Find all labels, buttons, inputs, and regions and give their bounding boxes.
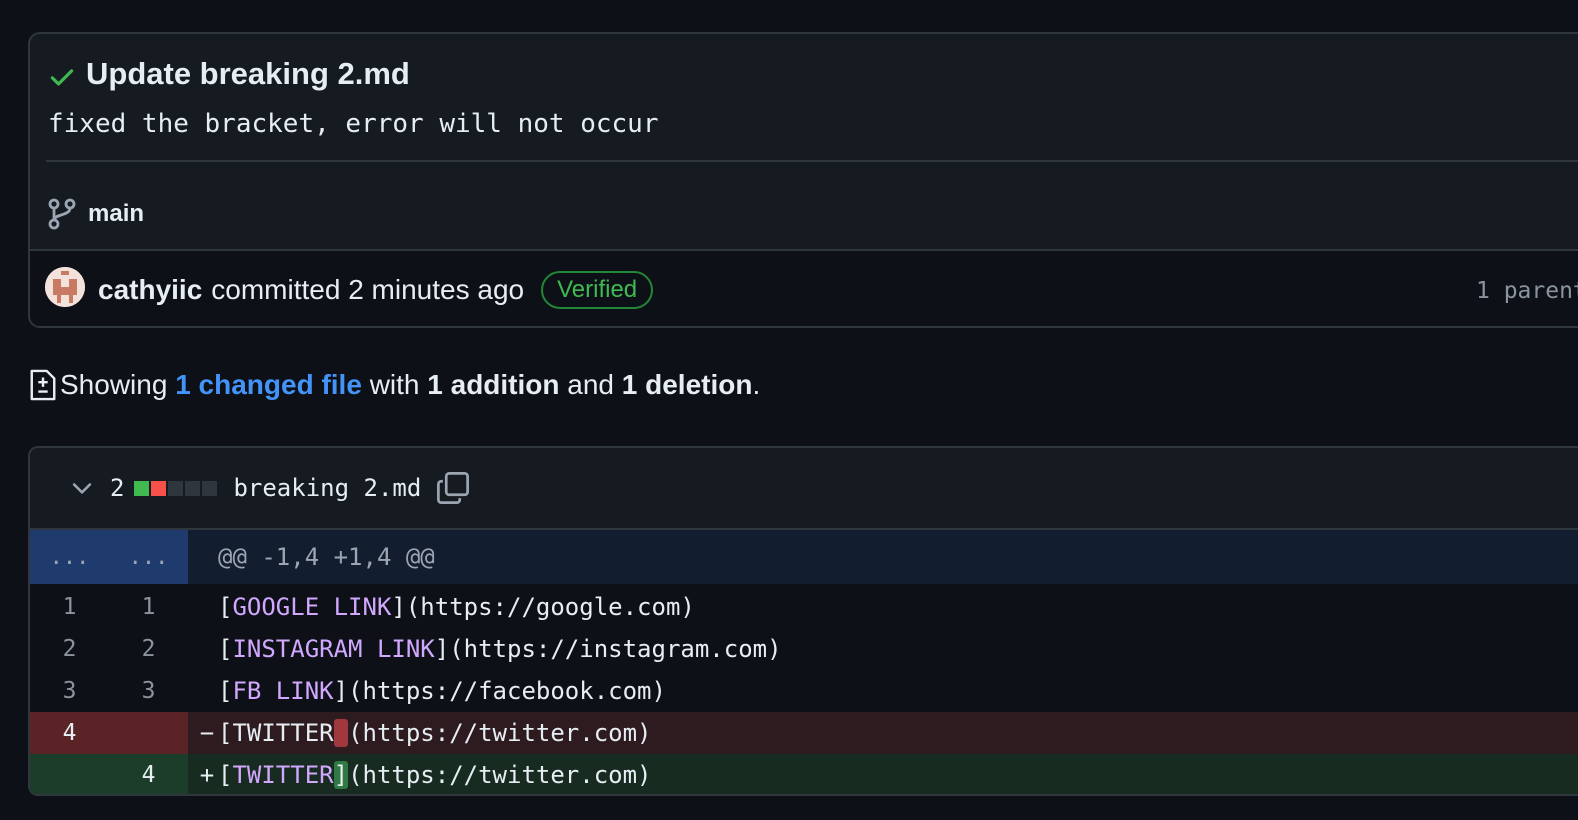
code-url: (https://twitter.com) bbox=[348, 761, 652, 789]
code-url: (https://instagram.com) bbox=[449, 635, 782, 663]
changed-files-link[interactable]: 1 changed file bbox=[175, 369, 362, 401]
diffstat-add-block bbox=[134, 480, 150, 496]
code-content: [INSTAGRAM LINK](https://instagram.com) bbox=[218, 635, 782, 663]
code-open-bracket: [ bbox=[218, 719, 233, 747]
new-line-number[interactable]: 1 bbox=[109, 586, 188, 628]
summary-suffix: . bbox=[752, 369, 761, 400]
commit-title-row: Update breaking 2.md bbox=[48, 56, 410, 92]
commit-meta-text: cathyiic committed 2 minutes ago Verifie… bbox=[98, 271, 654, 309]
diff-line: 22 [INSTAGRAM LINK](https://instagram.co… bbox=[30, 628, 1578, 670]
code-link-text: TWITTER bbox=[232, 719, 334, 747]
code-close-bracket: ] bbox=[434, 635, 450, 663]
code-link-text: INSTAGRAM LINK bbox=[232, 635, 435, 663]
summary-and: and bbox=[567, 369, 614, 400]
author-link[interactable]: cathyiic bbox=[98, 274, 202, 306]
diffstat bbox=[134, 480, 219, 496]
code-close-bracket: ] bbox=[391, 593, 406, 621]
hunk-range: @@ -1,4 +1,4 @@ bbox=[218, 543, 435, 571]
diff-summary: Showing 1 changed file with 1 addition a… bbox=[28, 368, 760, 402]
old-line-number[interactable]: 2 bbox=[30, 628, 109, 670]
new-line-number[interactable]: 2 bbox=[109, 628, 188, 670]
code-url: (https://twitter.com) bbox=[348, 719, 652, 747]
diff-line: 11 [GOOGLE LINK](https://google.com) bbox=[30, 586, 1578, 628]
deleted-char-highlight: x bbox=[333, 719, 349, 747]
old-line-number[interactable]: 3 bbox=[30, 670, 109, 712]
code-open-bracket: [ bbox=[218, 635, 233, 663]
diff-marker-minus: − bbox=[199, 719, 215, 747]
code-link-text: GOOGLE LINK bbox=[232, 593, 392, 621]
old-line-number[interactable] bbox=[30, 754, 109, 794]
commit-meta: cathyiic committed 2 minutes ago Verifie… bbox=[30, 249, 1578, 326]
summary-with: with bbox=[369, 369, 420, 400]
summary-prefix: Showing bbox=[60, 369, 168, 400]
code-open-bracket: [ bbox=[218, 593, 233, 621]
committed-time: committed 2 minutes ago bbox=[211, 274, 525, 305]
additions-count: 1 addition bbox=[427, 369, 560, 400]
file-name-link[interactable]: breaking 2.md bbox=[233, 474, 421, 502]
hunk-expand-left[interactable]: ... bbox=[30, 545, 109, 570]
file-header: 2 breaking 2.md bbox=[30, 448, 1578, 530]
commit-summary: Update breaking 2.md fixed the bracket, … bbox=[30, 34, 1578, 249]
chevron-down-icon[interactable] bbox=[68, 474, 96, 502]
code-link-text: FB LINK bbox=[232, 677, 334, 705]
verified-badge[interactable]: Verified bbox=[541, 271, 654, 309]
avatar[interactable] bbox=[45, 267, 85, 307]
commit-header: Update breaking 2.md fixed the bracket, … bbox=[28, 32, 1578, 328]
diffstat-del-block bbox=[151, 480, 167, 496]
old-line-number[interactable]: 1 bbox=[30, 586, 109, 628]
diffstat-neutral-block bbox=[168, 480, 184, 496]
hunk-expand-right[interactable]: ... bbox=[109, 545, 188, 570]
check-icon bbox=[50, 69, 74, 86]
new-line-number[interactable] bbox=[109, 712, 188, 754]
code-url: (https://facebook.com) bbox=[348, 677, 666, 705]
diff-marker-plus: + bbox=[199, 761, 215, 789]
code-content: [FB LINK](https://facebook.com) bbox=[218, 677, 666, 705]
added-char-highlight: ] bbox=[333, 761, 349, 789]
code-link-text: TWITTER bbox=[232, 761, 334, 789]
copy-icon[interactable] bbox=[435, 470, 471, 506]
file-diff-icon bbox=[30, 369, 56, 401]
deletions-count: 1 deletion bbox=[621, 369, 753, 400]
change-count: 2 bbox=[110, 474, 125, 502]
code-open-bracket: [ bbox=[218, 677, 233, 705]
file-diff: 2 breaking 2.md ... ... @@ -1,4 +1,4 @@ … bbox=[28, 446, 1578, 796]
new-line-number[interactable]: 4 bbox=[109, 754, 188, 794]
code-close-bracket: ] bbox=[333, 677, 349, 705]
added-line: 4 + [TWITTER](https://twitter.com) bbox=[30, 754, 1578, 794]
code-content: [GOOGLE LINK](https://google.com) bbox=[218, 593, 695, 621]
parent-count: 1 parent bbox=[1476, 278, 1578, 304]
diffstat-neutral-block bbox=[202, 480, 218, 496]
diffstat-neutral-block bbox=[185, 480, 201, 496]
hunk-header: ... ... @@ -1,4 +1,4 @@ bbox=[30, 530, 1578, 584]
code-open-bracket: [ bbox=[218, 761, 233, 789]
hunk-expand[interactable]: ... ... bbox=[30, 530, 188, 584]
git-branch-icon bbox=[48, 198, 76, 230]
diff-line: 33 [FB LINK](https://facebook.com) bbox=[30, 670, 1578, 712]
new-line-number[interactable]: 3 bbox=[109, 670, 188, 712]
old-line-number[interactable]: 4 bbox=[30, 712, 109, 754]
divider bbox=[46, 160, 1578, 162]
avatar-identicon-icon bbox=[45, 267, 85, 307]
code-url: (https://google.com) bbox=[405, 593, 695, 621]
code-content: [TWITTER](https://twitter.com) bbox=[218, 761, 652, 789]
commit-description: fixed the bracket, error will not occur bbox=[48, 109, 659, 139]
branch-name: main bbox=[88, 200, 145, 227]
deleted-line: 4 − [TWITTERx(https://twitter.com) bbox=[30, 712, 1578, 754]
code-content: [TWITTERx(https://twitter.com) bbox=[218, 719, 652, 747]
branch-link[interactable]: main bbox=[48, 198, 144, 230]
commit-title: Update breaking 2.md bbox=[86, 56, 410, 91]
